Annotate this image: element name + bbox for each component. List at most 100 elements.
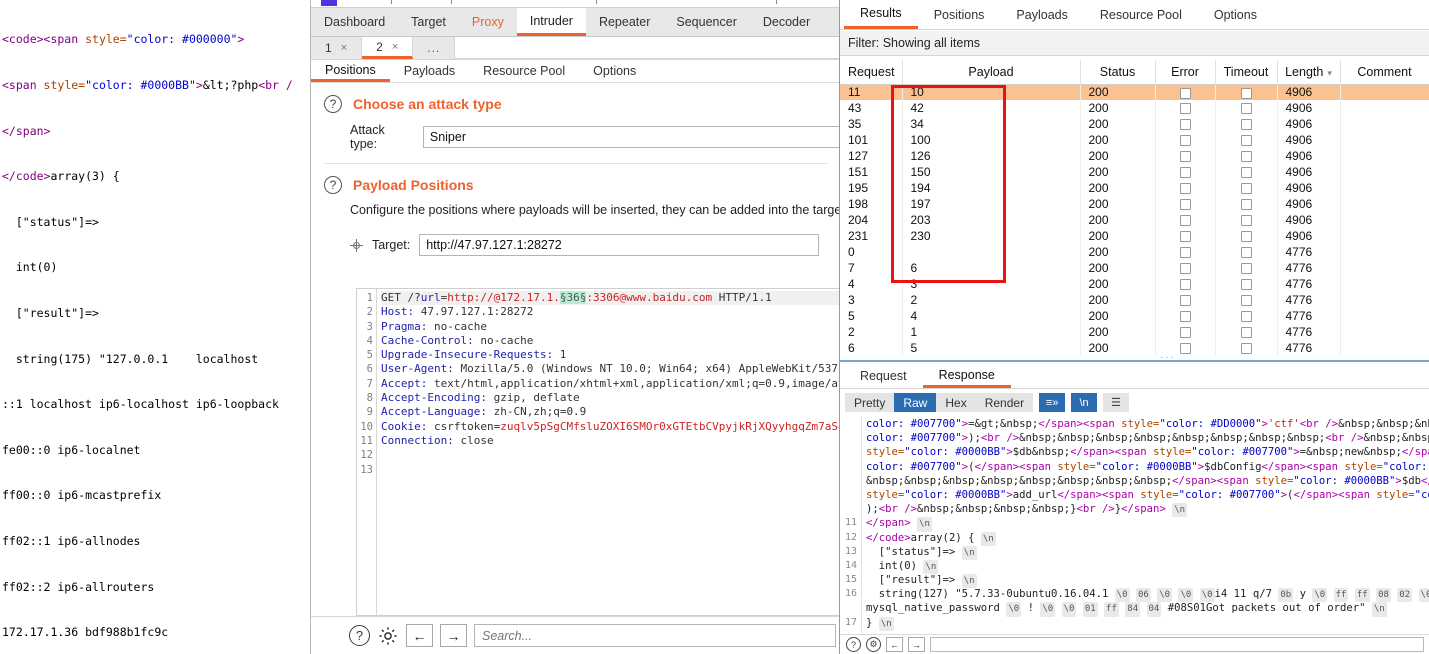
table-row[interactable]: 11 10 200 4906 — [840, 84, 1429, 100]
checkbox-icon[interactable] — [1179, 343, 1191, 355]
table-row[interactable]: 6 5 200 4776 — [840, 340, 1429, 356]
checkbox-icon[interactable] — [1179, 119, 1191, 131]
cell-timeout[interactable] — [1215, 340, 1278, 356]
resize-grip-icon[interactable]: ··· — [1160, 352, 1176, 363]
gear-icon[interactable]: ⚙ — [866, 637, 881, 652]
checkbox-icon[interactable] — [1240, 231, 1252, 243]
table-row[interactable]: 5 4 200 4776 — [840, 308, 1429, 324]
results-filter-bar[interactable]: Filter: Showing all items — [840, 31, 1429, 56]
checkbox-icon[interactable] — [1179, 151, 1191, 163]
cell-timeout[interactable] — [1215, 308, 1278, 324]
results-tab-options[interactable]: Options — [1198, 0, 1273, 29]
attack-type-select[interactable]: Sniper — [422, 126, 839, 148]
cell-timeout[interactable] — [1215, 276, 1278, 292]
cell-error[interactable] — [1155, 164, 1216, 180]
checkbox-icon[interactable] — [1240, 295, 1252, 307]
table-row[interactable]: 195 194 200 4906 — [840, 180, 1429, 196]
inner-tab-options[interactable]: Options — [579, 60, 650, 82]
cell-error[interactable] — [1155, 84, 1216, 100]
tab-target[interactable]: Target — [398, 8, 459, 36]
response-viewer[interactable]: 11 12 13 14 15 16 17 18 color: #007700">… — [840, 416, 1429, 632]
checkbox-icon[interactable] — [1240, 263, 1252, 275]
view-mode-group[interactable]: Pretty Raw Hex Render — [845, 393, 1034, 412]
cell-error[interactable] — [1155, 260, 1216, 276]
help-icon[interactable]: ? — [349, 625, 370, 646]
cell-timeout[interactable] — [1215, 196, 1278, 212]
cell-error[interactable] — [1155, 292, 1216, 308]
table-row[interactable]: 151 150 200 4906 — [840, 164, 1429, 180]
tab-dashboard[interactable]: Dashboard — [311, 8, 398, 36]
checkbox-icon[interactable] — [1179, 103, 1191, 115]
checkbox-icon[interactable] — [1240, 167, 1252, 179]
forward-icon[interactable]: → — [908, 637, 925, 652]
table-row[interactable]: 43 42 200 4906 — [840, 100, 1429, 116]
col-length[interactable]: Length ▾ — [1277, 60, 1341, 85]
search-input[interactable] — [930, 637, 1424, 652]
cell-timeout[interactable] — [1215, 84, 1278, 100]
results-table-body[interactable]: 11 10 200 4906 43 42 200 4906 35 34 200 4906 101 100 2… — [840, 84, 1429, 356]
cell-timeout[interactable] — [1215, 260, 1278, 276]
checkbox-icon[interactable] — [1179, 327, 1191, 339]
results-tab-bar[interactable]: Results Positions Payloads Resource Pool… — [840, 0, 1429, 30]
view-mode-hex[interactable]: Hex — [936, 393, 975, 412]
checkbox-icon[interactable] — [1179, 183, 1191, 195]
col-timeout[interactable]: Timeout — [1215, 60, 1278, 85]
view-mode-pretty[interactable]: Pretty — [845, 393, 894, 412]
checkbox-icon[interactable] — [1240, 327, 1252, 339]
attack-tab-1[interactable]: 1 × — [311, 37, 363, 59]
checkbox-icon[interactable] — [1240, 135, 1252, 147]
hamburger-menu-icon[interactable]: ☰ — [1103, 393, 1130, 412]
checkbox-icon[interactable] — [1179, 135, 1191, 147]
help-icon[interactable]: ? — [324, 95, 342, 113]
cell-error[interactable] — [1155, 100, 1216, 116]
results-tab-resource-pool[interactable]: Resource Pool — [1084, 0, 1198, 29]
cell-timeout[interactable] — [1215, 244, 1278, 260]
cell-timeout[interactable] — [1215, 212, 1278, 228]
inner-tab-positions[interactable]: Positions — [311, 60, 390, 82]
attack-tab-new[interactable]: ... — [413, 37, 456, 59]
tab-decoder[interactable]: Decoder — [750, 8, 823, 36]
checkbox-icon[interactable] — [1179, 279, 1191, 291]
inner-tab-payloads[interactable]: Payloads — [390, 60, 469, 82]
response-text[interactable]: color: #007700">=&gt;&nbsp;</span><span … — [862, 416, 1429, 632]
col-comment[interactable]: Comment — [1340, 60, 1429, 85]
results-table[interactable]: Request Payload Status Error Timeout Len… — [840, 60, 1429, 356]
viewer-tab-response[interactable]: Response — [922, 364, 1011, 388]
cell-timeout[interactable] — [1215, 180, 1278, 196]
viewer-tab-request[interactable]: Request — [844, 364, 923, 388]
view-mode-render[interactable]: Render — [976, 393, 1033, 412]
table-row[interactable]: 35 34 200 4906 — [840, 116, 1429, 132]
tab-sequencer[interactable]: Sequencer — [663, 8, 749, 36]
checkbox-icon[interactable] — [1179, 231, 1191, 243]
forward-icon[interactable]: → — [440, 624, 467, 647]
message-viewer-tab-bar[interactable]: Request Response — [840, 364, 1429, 389]
cell-error[interactable] — [1155, 148, 1216, 164]
cell-error[interactable] — [1155, 180, 1216, 196]
cell-error[interactable] — [1155, 212, 1216, 228]
checkbox-icon[interactable] — [1240, 279, 1252, 291]
checkbox-icon[interactable] — [1179, 247, 1191, 259]
table-row[interactable]: 7 6 200 4776 — [840, 260, 1429, 276]
table-row[interactable]: 198 197 200 4906 — [840, 196, 1429, 212]
cell-error[interactable] — [1155, 116, 1216, 132]
target-input[interactable]: http://47.97.127.1:28272 — [419, 234, 820, 256]
checkbox-icon[interactable] — [1179, 311, 1191, 323]
cell-error[interactable] — [1155, 276, 1216, 292]
back-icon[interactable]: ← — [406, 624, 433, 647]
message-viewer-toolbar[interactable]: Pretty Raw Hex Render ≡» \n ☰ — [840, 390, 1429, 415]
checkbox-icon[interactable] — [1240, 119, 1252, 131]
checkbox-icon[interactable] — [1240, 343, 1252, 355]
inner-tab-resource-pool[interactable]: Resource Pool — [469, 60, 579, 82]
help-icon[interactable]: ? — [324, 176, 342, 194]
gear-icon[interactable] — [377, 625, 399, 647]
checkbox-icon[interactable] — [1240, 183, 1252, 195]
table-row[interactable]: 231 230 200 4906 — [840, 228, 1429, 244]
table-row[interactable]: 4 3 200 4776 — [840, 276, 1429, 292]
tab-intruder[interactable]: Intruder — [516, 8, 586, 36]
col-request[interactable]: Request — [840, 60, 903, 85]
checkbox-icon[interactable] — [1179, 295, 1191, 307]
back-icon[interactable]: ← — [886, 637, 903, 652]
intruder-inner-tabs[interactable]: Positions Payloads Resource Pool Options — [311, 60, 839, 83]
cell-error[interactable] — [1155, 324, 1216, 340]
table-row[interactable]: 204 203 200 4906 — [840, 212, 1429, 228]
